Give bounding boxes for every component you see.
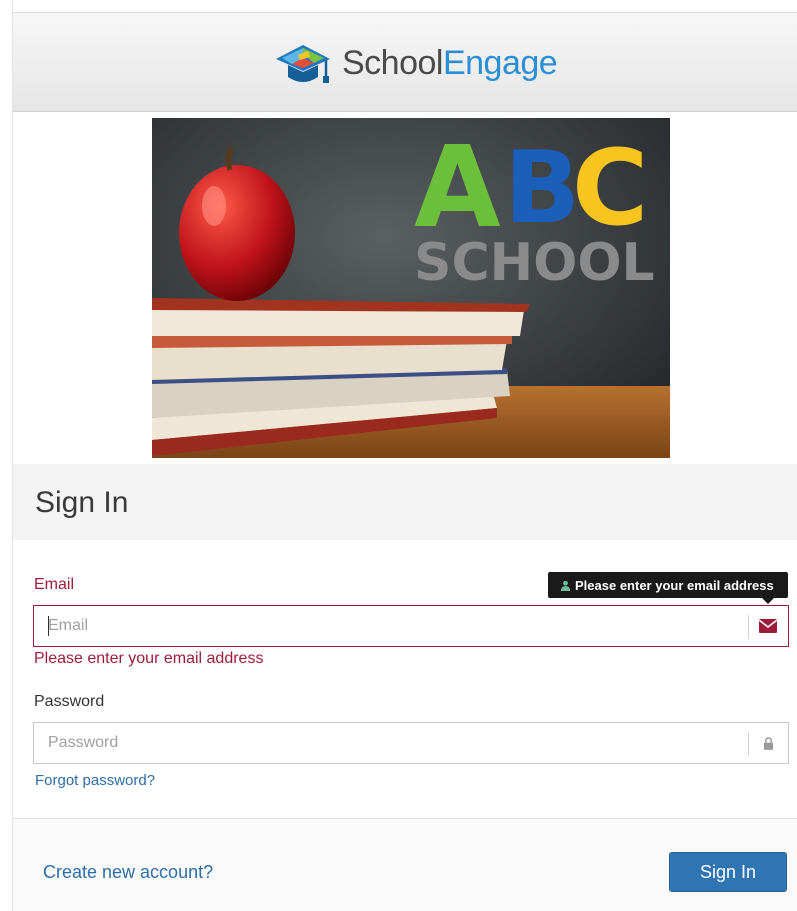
sign-letter-c: C: [572, 127, 648, 249]
graduation-cap-icon: [276, 45, 330, 83]
brand-name-part1: School: [342, 43, 443, 82]
page-title: Sign In: [35, 486, 129, 519]
brand-name: SchoolEngage: [342, 43, 558, 83]
lock-icon: [748, 723, 788, 763]
sign-letter-b: B: [504, 129, 580, 246]
email-field[interactable]: [34, 606, 746, 646]
brand-logo: SchoolEngage: [268, 33, 558, 93]
envelope-icon: [748, 606, 788, 646]
email-tooltip: Please enter your email address: [548, 572, 788, 604]
user-icon: [560, 580, 571, 591]
signin-header: Sign In: [13, 464, 797, 540]
email-field-wrapper: [33, 605, 789, 647]
email-error-message: Please enter your email address: [34, 650, 264, 667]
email-label: Email: [34, 576, 75, 593]
sign-in-button[interactable]: Sign In: [669, 852, 787, 892]
sign-word: SCHOOL: [414, 233, 655, 293]
password-field[interactable]: [34, 723, 746, 763]
apple-books-chalkboard-photo: A B C SCHOOL: [152, 118, 670, 458]
create-account-link[interactable]: Create new account?: [43, 862, 213, 883]
text-caret: [48, 616, 49, 636]
password-field-wrapper: [33, 722, 789, 764]
brand-name-part2: Engage: [442, 43, 558, 82]
login-panel: SchoolEngage A B C SCHOOL Sign In Email …: [12, 0, 797, 911]
forgot-password-link[interactable]: Forgot password?: [35, 772, 155, 789]
header-bar: SchoolEngage: [13, 12, 797, 112]
email-tooltip-text: Please enter your email address: [575, 577, 774, 593]
password-label: Password: [34, 693, 105, 710]
hero-image: A B C SCHOOL: [152, 118, 670, 458]
